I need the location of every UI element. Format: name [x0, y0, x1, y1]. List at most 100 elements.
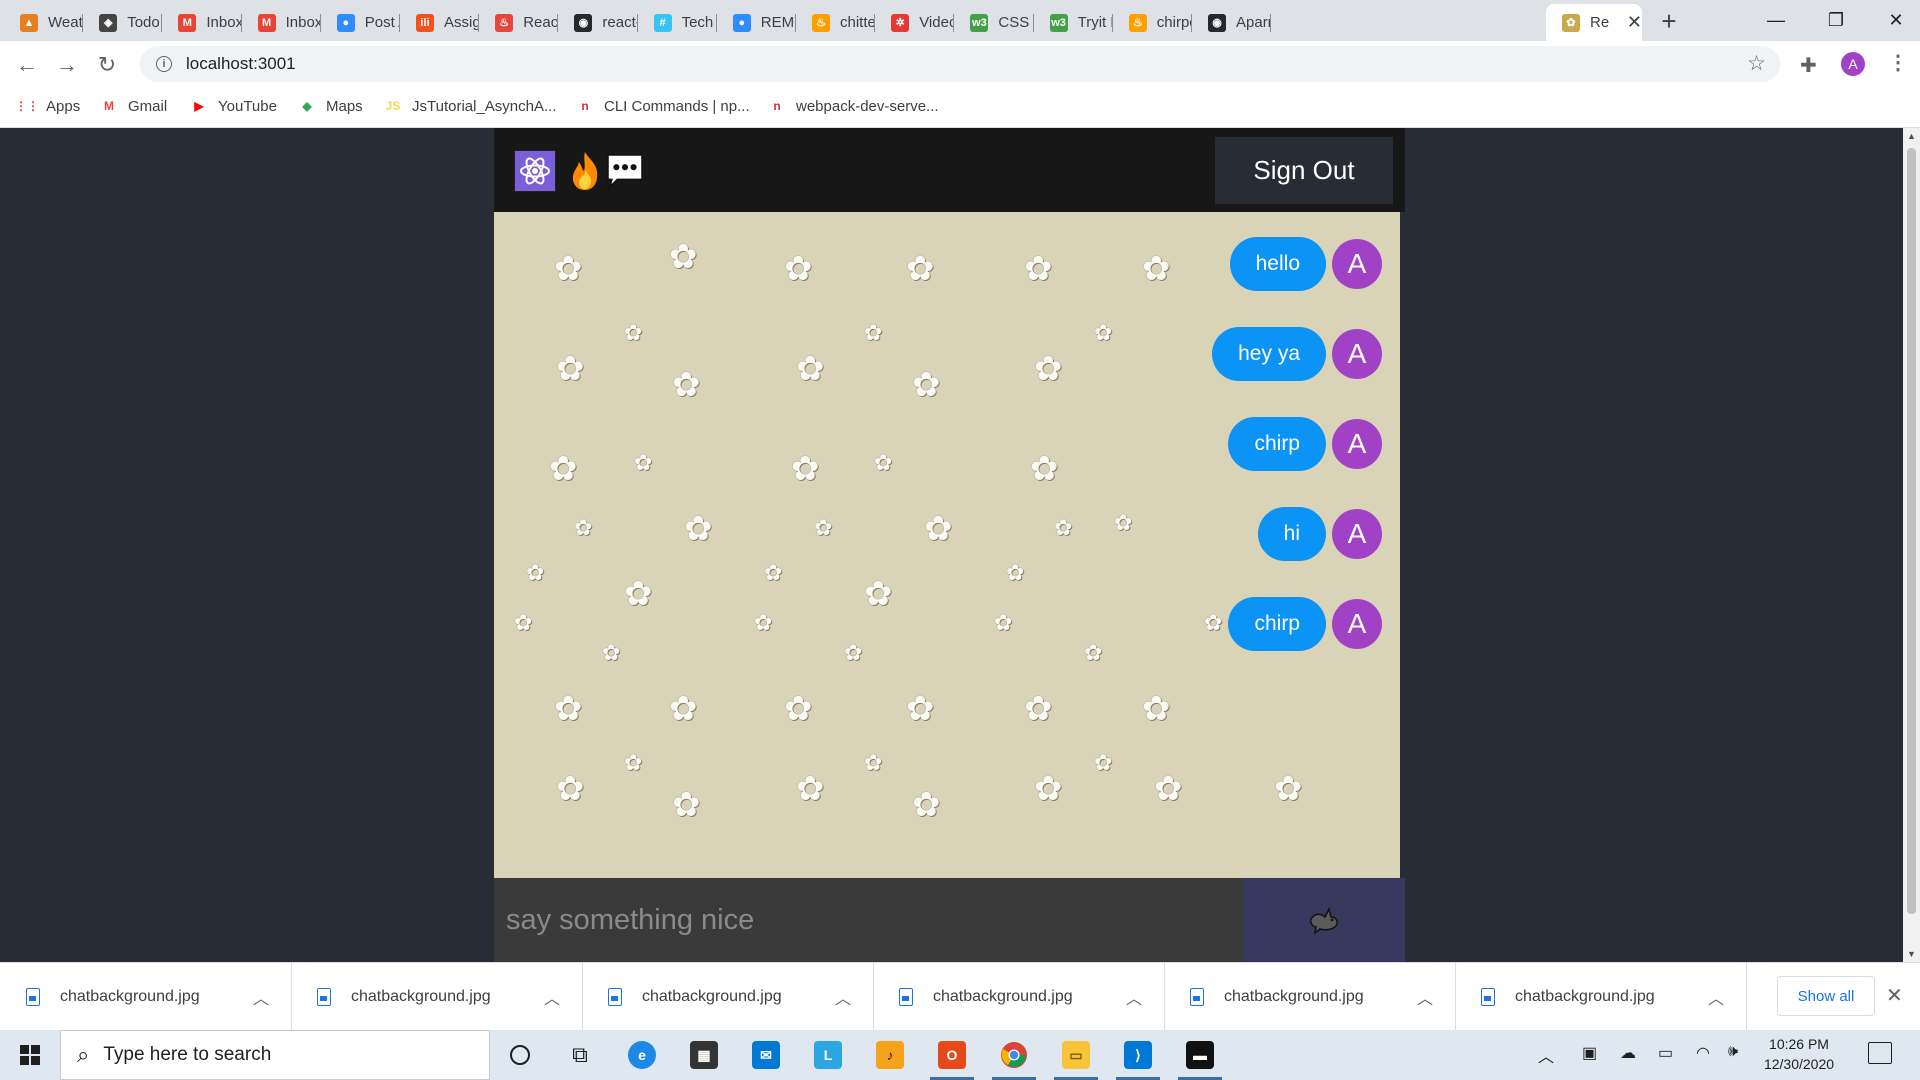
minimize-button[interactable]: —: [1746, 0, 1806, 40]
fire-icon[interactable]: [564, 150, 606, 192]
browser-tab[interactable]: ▲ Weather: [4, 4, 84, 41]
bookmark-item[interactable]: ⋮⋮ Apps: [15, 94, 80, 118]
sign-out-button[interactable]: Sign Out: [1215, 137, 1393, 204]
chevron-up-icon[interactable]: ︿: [835, 985, 851, 1009]
new-tab-button[interactable]: +: [1654, 4, 1684, 38]
profile-avatar[interactable]: A: [1841, 52, 1865, 76]
browser-tab[interactable]: w3 CSS ba: [954, 4, 1034, 41]
site-info-icon[interactable]: i: [156, 56, 172, 72]
lync-icon[interactable]: L: [798, 1030, 858, 1080]
daisy-flower-icon: ✿: [864, 575, 893, 613]
windows-start-button[interactable]: [0, 1030, 60, 1080]
tab-favicon-icon: ili: [416, 13, 434, 32]
chevron-up-icon[interactable]: ︿: [1417, 985, 1433, 1009]
browser-tab[interactable]: M Inbox (: [162, 4, 242, 41]
clock-time: 10:26 PM: [1769, 1036, 1829, 1052]
avatar[interactable]: A: [1332, 599, 1382, 649]
daisy-flower-icon: ✿: [796, 770, 825, 808]
cloud-icon[interactable]: ☁: [1620, 1043, 1636, 1063]
browser-tab[interactable]: ◉ react-f: [558, 4, 638, 41]
browser-tab[interactable]: # Tech Ta: [638, 4, 717, 41]
system-clock[interactable]: 10:26 PM 12/30/2020: [1754, 1034, 1844, 1074]
chevron-up-icon[interactable]: ︿: [1708, 985, 1724, 1009]
forward-button[interactable]: →: [51, 49, 83, 81]
address-bar[interactable]: i localhost:3001 ☆: [140, 46, 1780, 82]
send-button[interactable]: [1243, 878, 1405, 962]
browser-tab[interactable]: ♨ chitter: [796, 4, 876, 41]
browser-tab[interactable]: ◈ Todo App: [83, 4, 163, 41]
browser-tab[interactable]: M Inbox (: [242, 4, 321, 41]
scroll-down-arrow-icon[interactable]: ▼: [1903, 946, 1920, 962]
browser-tab[interactable]: ili Assign: [400, 4, 480, 41]
task-view-icon[interactable]: ⧉: [550, 1030, 610, 1080]
bookmark-item[interactable]: n webpack-dev-serve...: [768, 94, 938, 118]
browser-tab[interactable]: w3 Tryit Ed: [1034, 4, 1113, 41]
download-item[interactable]: chatbackground.jpg ︿: [0, 963, 292, 1031]
browser-tab[interactable]: ♨ chirpc: [1113, 4, 1192, 41]
browser-tab[interactable]: ✲ Video S: [875, 4, 955, 41]
extensions-icon[interactable]: ✚: [1800, 53, 1817, 78]
avatar[interactable]: A: [1332, 239, 1382, 289]
mail-icon[interactable]: ✉: [736, 1030, 796, 1080]
browser-tab-active[interactable]: ✿ Re ✕: [1546, 4, 1642, 41]
app-icon[interactable]: ♪: [860, 1030, 920, 1080]
browser-tab[interactable]: ● Post Au: [321, 4, 400, 41]
bookmark-item[interactable]: JS JsTutorial_AsynchA...: [384, 94, 557, 118]
scroll-up-arrow-icon[interactable]: ▲: [1903, 128, 1920, 144]
bookmark-item[interactable]: ▶ YouTube: [190, 94, 277, 118]
device-icon[interactable]: ▣: [1582, 1043, 1597, 1063]
file-explorer-icon[interactable]: ▭: [1046, 1030, 1106, 1080]
office-icon[interactable]: O: [922, 1030, 982, 1080]
message-input[interactable]: [494, 878, 1243, 962]
vscode-icon[interactable]: ⟩: [1108, 1030, 1168, 1080]
bookmark-item[interactable]: ◆ Maps: [298, 94, 362, 118]
chat-bubble-icon[interactable]: [604, 150, 646, 192]
download-item[interactable]: chatbackground.jpg ︿: [1164, 963, 1456, 1031]
chrome-icon[interactable]: [984, 1030, 1044, 1080]
cortana-icon[interactable]: [490, 1030, 550, 1080]
avatar[interactable]: A: [1332, 509, 1382, 559]
close-window-button[interactable]: ✕: [1866, 0, 1920, 40]
battery-icon[interactable]: ▭: [1658, 1043, 1673, 1063]
download-item[interactable]: chatbackground.jpg ︿: [291, 963, 583, 1031]
scrollbar-thumb[interactable]: [1907, 148, 1916, 914]
browser-tab[interactable]: ♨ React F: [479, 4, 559, 41]
tab-close-icon[interactable]: ✕: [1627, 12, 1642, 33]
show-hidden-icons-icon[interactable]: ︿: [1538, 1043, 1554, 1067]
close-downloads-icon[interactable]: ✕: [1886, 983, 1903, 1008]
notifications-icon[interactable]: [1868, 1042, 1892, 1064]
chevron-up-icon[interactable]: ︿: [544, 985, 560, 1009]
chat-messages-area: ✿ ✿ ✿ ✿ ✿ ✿ ✿ ✿ ✿ ✿ ✿ ✿ ✿ ✿ ✿ ✿ ✿ ✿ ✿ ✿ ✿ ✿ ✿ ✿ ✿ ✿ ✿ ✿ ✿ ✿ ✿ ✿ ✿ ✿ ✿ ✿ ✿ ✿ ✿ ✿…: [494, 212, 1400, 878]
maximize-button[interactable]: ❐: [1806, 0, 1866, 40]
download-item[interactable]: chatbackground.jpg ︿: [582, 963, 874, 1031]
chevron-up-icon[interactable]: ︿: [253, 985, 269, 1009]
avatar[interactable]: A: [1332, 329, 1382, 379]
browser-menu-icon[interactable]: ⋮: [1888, 50, 1908, 75]
reload-button[interactable]: ↻: [91, 49, 123, 81]
volume-icon[interactable]: 🕪: [1728, 1043, 1738, 1061]
react-icon[interactable]: [514, 150, 556, 192]
chevron-up-icon[interactable]: ︿: [1126, 985, 1142, 1009]
taskbar-search-box[interactable]: ⌕ Type here to search: [60, 1030, 490, 1080]
download-item[interactable]: chatbackground.jpg ︿: [873, 963, 1165, 1031]
daisy-flower-icon: ✿: [906, 250, 935, 288]
bookmark-star-icon[interactable]: ☆: [1747, 51, 1766, 76]
tab-favicon-icon: ●: [336, 13, 355, 32]
browser-tab[interactable]: ● REMO: [717, 4, 796, 41]
bookmark-item[interactable]: M Gmail: [100, 94, 167, 118]
daisy-flower-icon: ✿: [912, 366, 941, 404]
page-scrollbar[interactable]: ▲ ▼: [1903, 128, 1920, 962]
edge-icon[interactable]: e: [612, 1030, 672, 1080]
bookmark-item[interactable]: n CLI Commands | np...: [576, 94, 749, 118]
download-item[interactable]: chatbackground.jpg ︿: [1455, 963, 1747, 1031]
daisy-flower-icon: ✿: [672, 366, 701, 404]
daisy-flower-icon: ✿: [1034, 770, 1063, 808]
avatar[interactable]: A: [1332, 419, 1382, 469]
store-icon[interactable]: ▦: [674, 1030, 734, 1080]
message-bubble: chirp: [1228, 417, 1326, 471]
show-all-downloads-button[interactable]: Show all: [1777, 976, 1875, 1016]
back-button[interactable]: ←: [11, 49, 43, 81]
network-icon[interactable]: ◠: [1696, 1043, 1710, 1063]
terminal-icon[interactable]: ▬: [1170, 1030, 1230, 1080]
browser-tab[interactable]: ◉ Aparna: [1192, 4, 1272, 41]
